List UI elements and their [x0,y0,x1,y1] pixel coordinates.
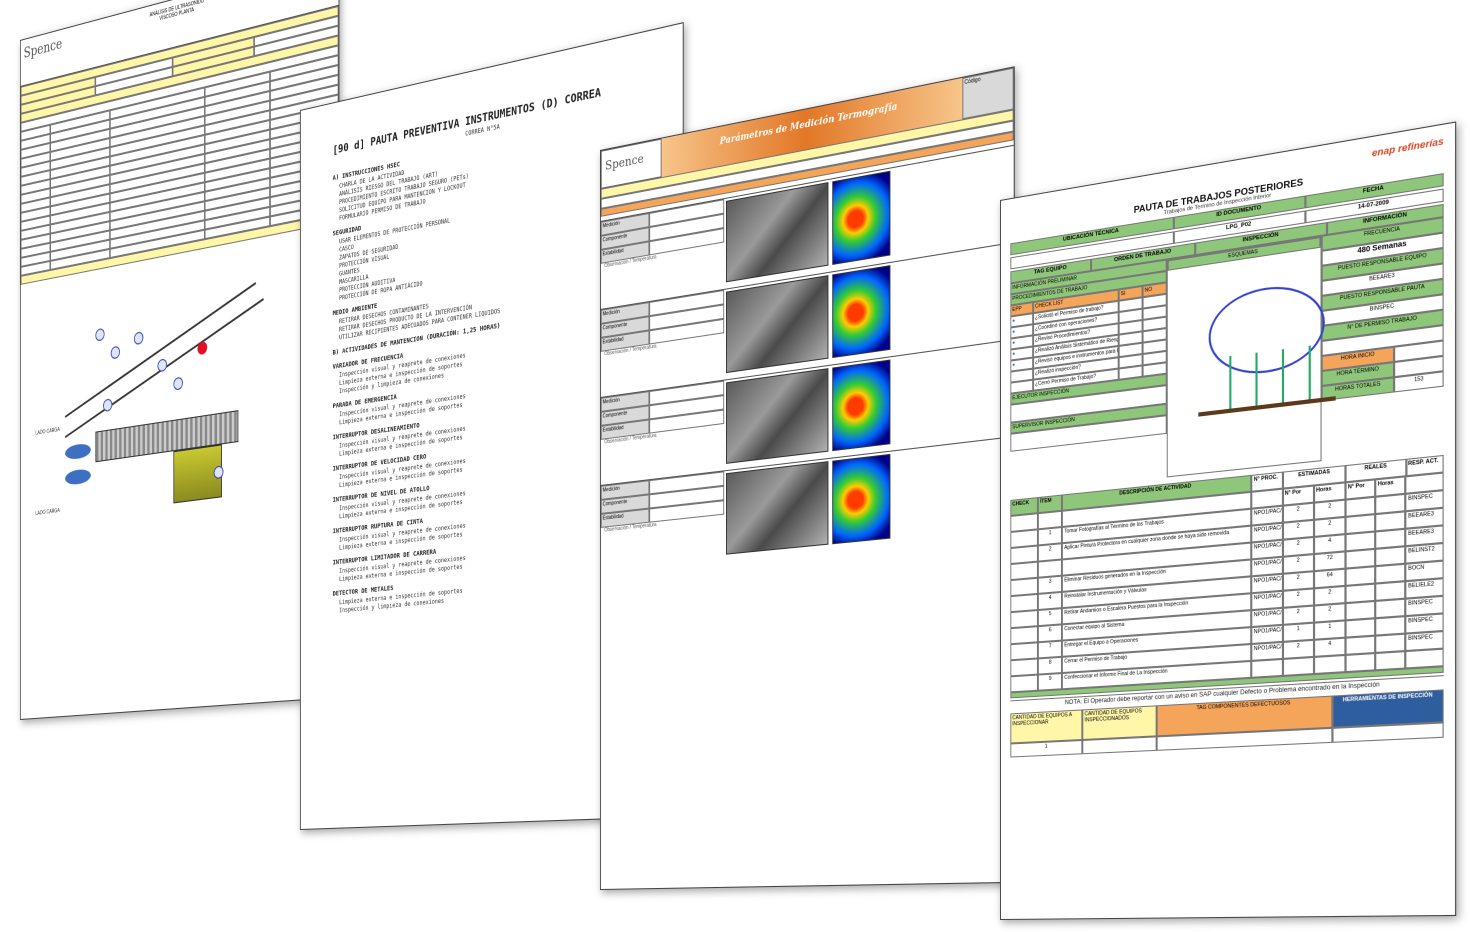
herramientas-box: HERRAMIENTAS DE INSPECCIÓN [1332,689,1444,728]
row-npor: 2 [1282,639,1314,659]
checklist-column: INFORMACIÓN PRELIMINAR PROCEDIMIENTOS DE… [1010,259,1167,493]
row-item: 8 [1038,656,1063,675]
tank-leg [1255,352,1258,406]
row-checkbox[interactable] [1010,642,1039,661]
sphere-tank-diagram [1208,279,1325,380]
row-proc: NPO1/PAC/5-a01 [1251,641,1283,661]
position-oval [65,468,91,486]
cant-inspec-label: CANTIDAD DE EQUIPOS A INSPECCIONAR [1010,709,1083,744]
sensor-marker [213,465,224,480]
diagram-label-bottom: LADO CARGA [35,507,60,518]
row-item: 7 [1038,640,1063,659]
info-column: FRECUENCIA 480 Semanas PUESTO RESPONSABL… [1321,217,1444,461]
tank-leg [1308,345,1311,400]
row-item: 5 [1038,608,1063,627]
sheet-post-work-checklist: enap refinerías PAUTA DE TRABAJOS POSTER… [1000,121,1457,921]
sheet-ultrasound-analysis: Spence ANÁLISIS DE ULTRASONIDO VISCOSO P… [20,0,340,720]
diagram-label-left: LADO CARGA [35,426,60,437]
motor-photo [725,275,829,374]
sensor-marker [157,358,168,373]
alert-marker [197,340,208,356]
thermal-image [832,170,891,265]
row-horas: 1 [1313,620,1346,640]
cant-value: 1 [1010,739,1083,758]
document-stack: Spence ANÁLISIS DE ULTRASONIDO VISCOSO P… [0,0,1470,932]
sensor-marker [110,345,120,360]
motor-photo [725,461,829,555]
tank-leg [1229,355,1232,409]
row-proc: NPO1/PAC/5-a01 [1251,624,1283,644]
tank-leg [1281,349,1285,403]
motor-photo [725,182,829,283]
row-item: 4 [1038,591,1063,611]
row-checkbox[interactable] [1010,658,1039,677]
schema-column: ESQUEMAS [1166,235,1336,478]
sensor-marker [133,331,144,346]
row-proc [1251,658,1283,678]
thermal-image [832,453,891,545]
sensor-marker [103,398,113,413]
sensor-marker [95,327,105,342]
row-horas: 4 [1313,637,1346,657]
row-item: 9 [1038,673,1063,691]
row-checkbox[interactable] [1010,674,1039,693]
activities-table: CHECK ÍTEM DESCRIPCIÓN DE ACTIVIDAD N° P… [1010,454,1444,699]
sensor-marker [173,376,183,391]
conveyor-line [64,282,257,418]
row-item: 6 [1038,624,1063,643]
cant-insp2-label: CANTIDAD DE EQUIPOS INSPECCIONADOS [1082,705,1158,740]
row-npor: 1 [1282,622,1314,642]
position-oval [65,442,91,461]
motor-photo [725,368,829,464]
tank-base [1198,396,1336,417]
sheet-thermography: Spence Parámetros de Medición Termografí… [600,66,1015,890]
conveyor-diagram: LADO CARGA LADO CARGA [21,231,339,553]
thermal-image [832,359,891,452]
thermal-image [832,265,891,359]
